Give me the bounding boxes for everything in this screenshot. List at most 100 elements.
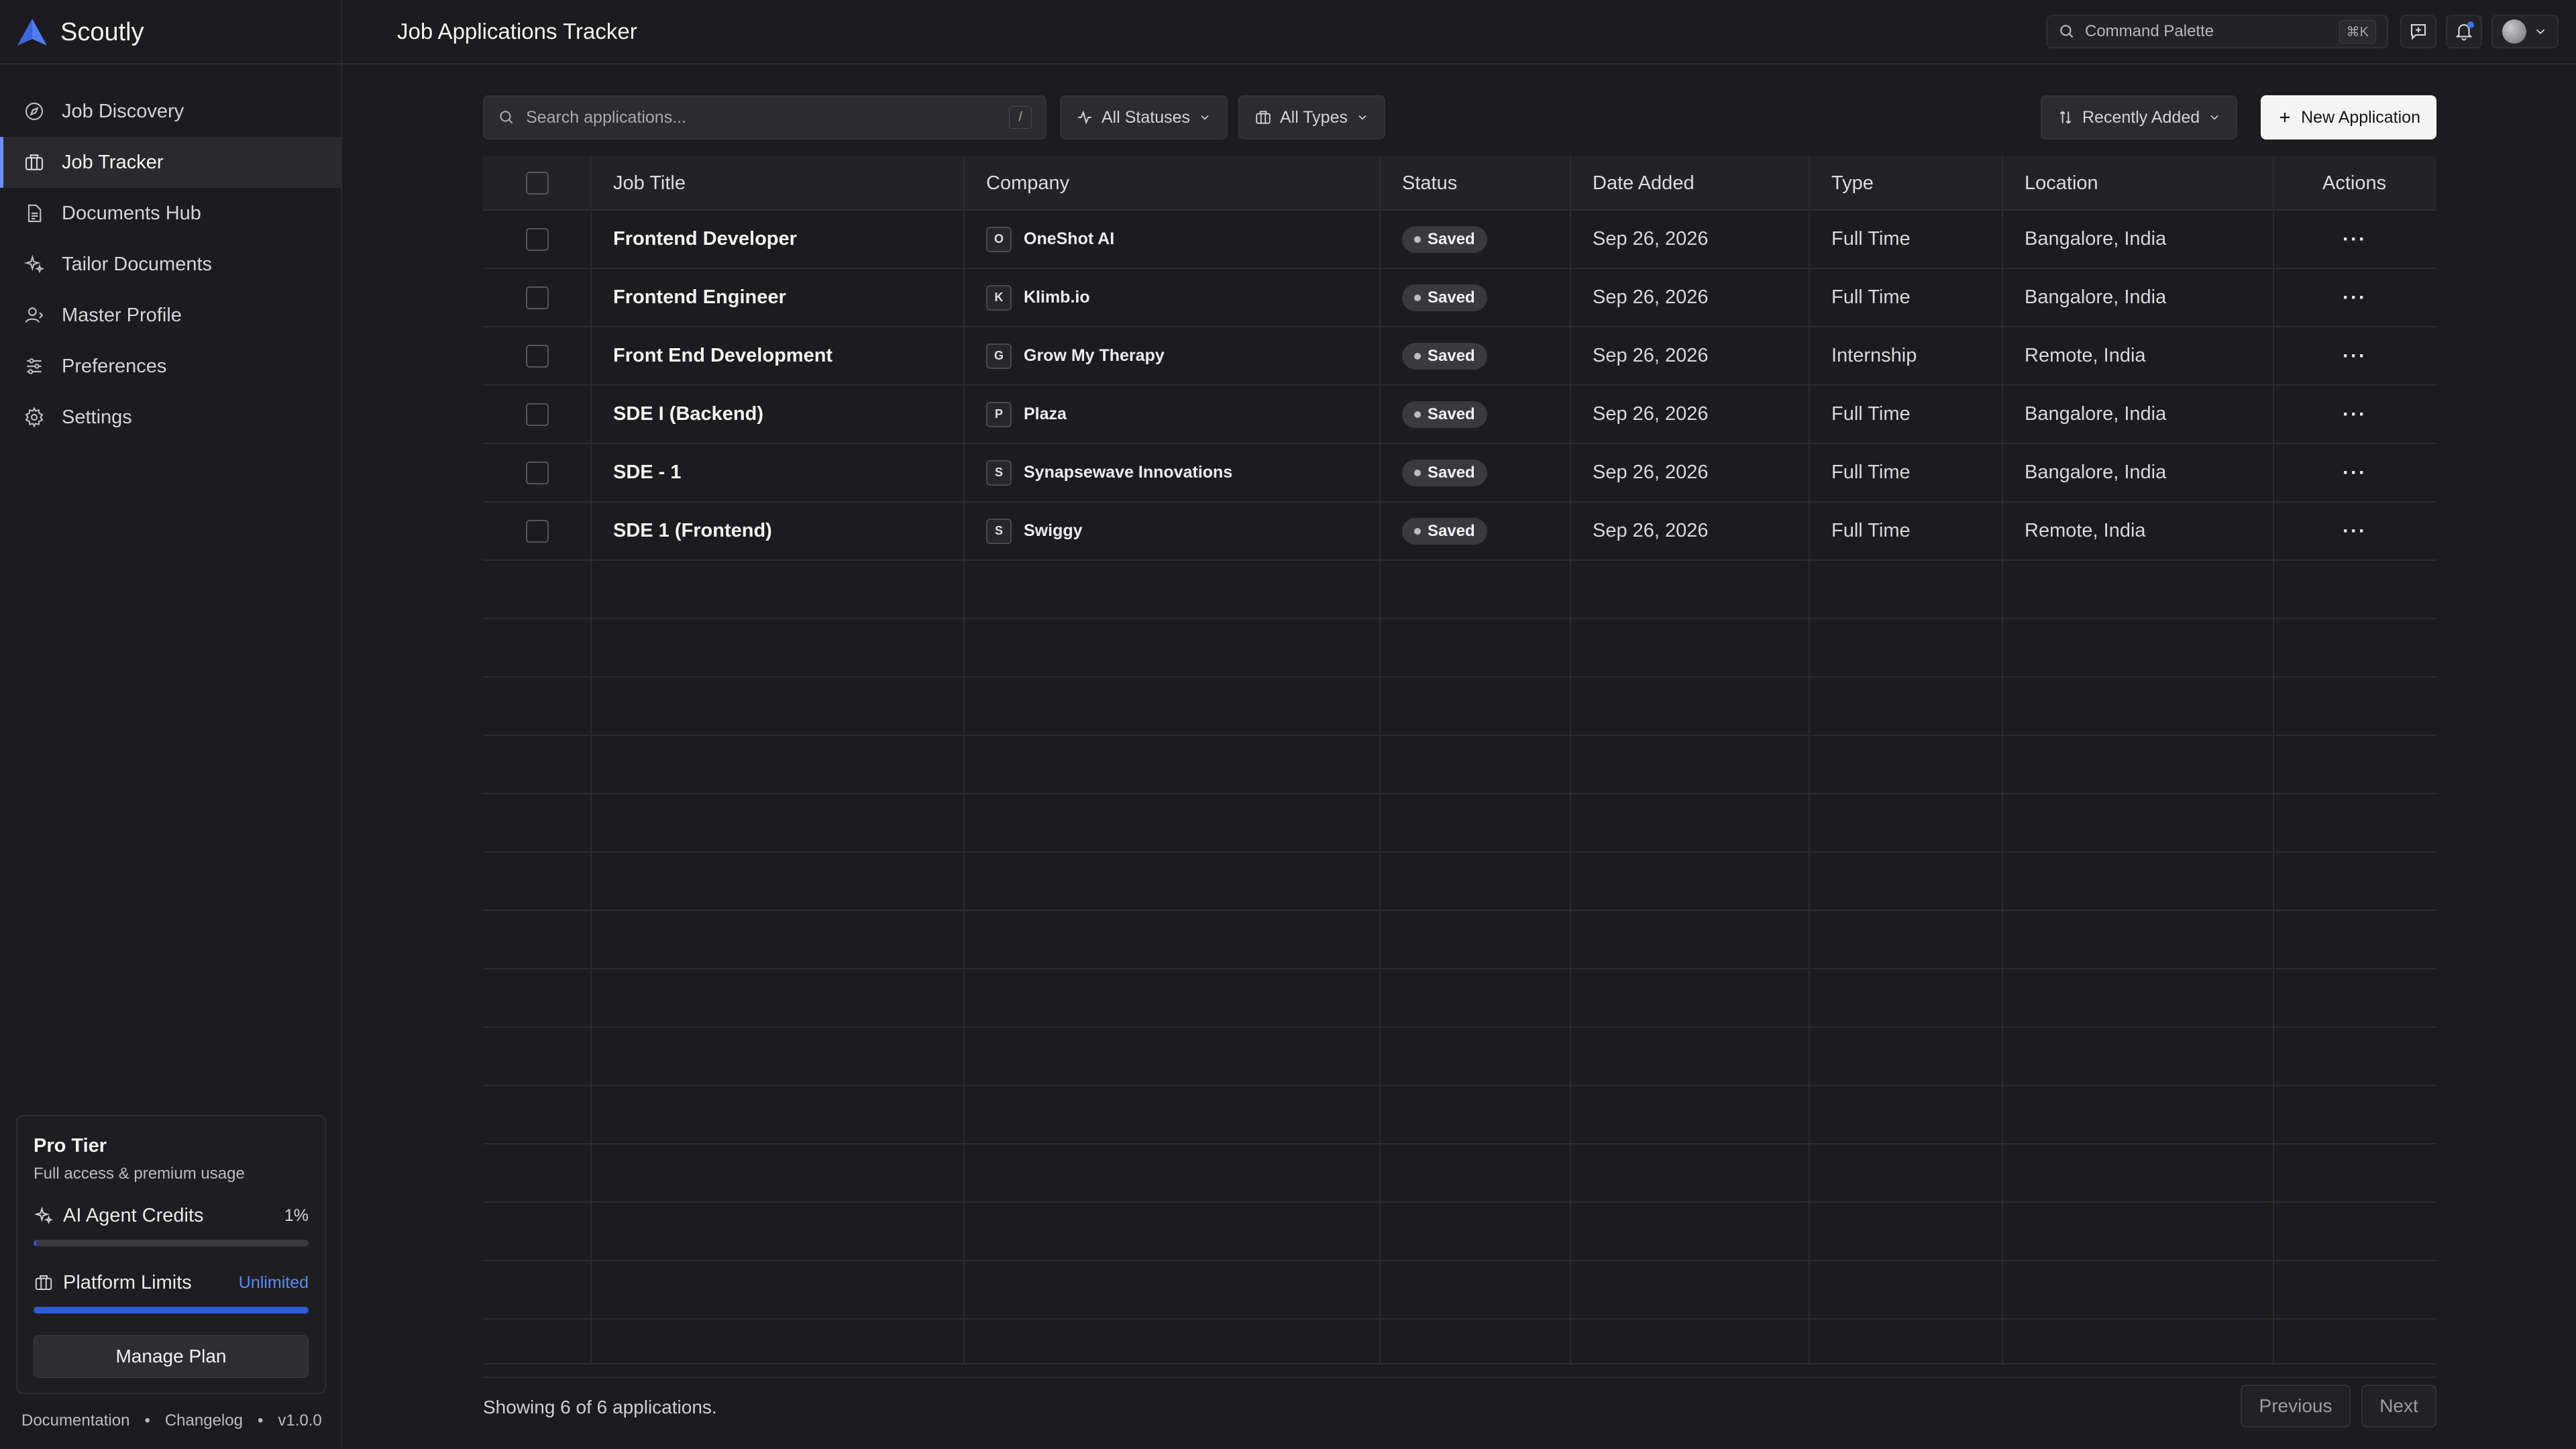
company-name: Swiggy (1024, 521, 1083, 540)
user-menu-button[interactable] (2491, 15, 2559, 48)
previous-page-button[interactable]: Previous (2241, 1385, 2351, 1428)
job-title[interactable]: Frontend Developer (613, 211, 797, 268)
job-title[interactable]: Frontend Engineer (613, 269, 786, 326)
plan-subtitle: Full access & premium usage (34, 1165, 245, 1183)
status-dot (1414, 411, 1421, 418)
column-divider (2273, 156, 2274, 1364)
row-checkbox[interactable] (526, 519, 549, 543)
status-filter-dropdown[interactable]: All Statuses (1060, 95, 1228, 140)
column-header-company[interactable]: Company (986, 156, 1069, 211)
sidebar-item-job-discovery[interactable]: Job Discovery (0, 86, 341, 137)
sort-icon (2059, 111, 2072, 124)
next-page-button[interactable]: Next (2361, 1385, 2436, 1428)
row-checkbox[interactable] (526, 402, 549, 426)
column-header-status[interactable]: Status (1402, 156, 1457, 211)
sort-dropdown[interactable]: Recently Added (2041, 95, 2238, 140)
sidebar-item-preferences[interactable]: Preferences (0, 341, 341, 392)
row-checkbox[interactable] (526, 344, 549, 368)
status-badge[interactable]: Saved (1402, 459, 1487, 486)
company-cell: K Klimb.io (986, 269, 1090, 326)
date-added: Sep 26, 2026 (1593, 462, 1709, 483)
notifications-button[interactable] (2446, 15, 2482, 48)
column-divider (2002, 156, 2003, 1364)
sidebar-item-label: Master Profile (62, 304, 182, 326)
brand[interactable]: Scoutly (16, 16, 144, 48)
row-checkbox[interactable] (526, 286, 549, 309)
more-actions-icon[interactable]: ··· (2343, 520, 2367, 543)
notification-dot (2467, 21, 2474, 28)
empty-row (483, 1261, 2436, 1320)
user-icon (23, 304, 46, 327)
column-header-date-added[interactable]: Date Added (1593, 156, 1695, 211)
credits-progress (34, 1240, 309, 1246)
status-badge[interactable]: Saved (1402, 284, 1487, 311)
table-row[interactable]: SDE - 1 S Synapsewave Innovations Saved Sep … (483, 444, 2436, 502)
column-header-location[interactable]: Location (2025, 156, 2098, 211)
table-row[interactable]: SDE 1 (Frontend) S Swiggy Saved Sep 26, 2026… (483, 502, 2436, 561)
company-logo: O (986, 226, 1012, 252)
sidebar-item-tailor-documents[interactable]: Tailor Documents (0, 239, 341, 290)
job-type: Full Time (1831, 403, 1911, 425)
activity-icon (1078, 110, 1091, 125)
sidebar-item-job-tracker[interactable]: Job Tracker (0, 137, 341, 188)
status-label: Saved (1428, 405, 1475, 423)
documentation-link[interactable]: Documentation (21, 1411, 129, 1430)
new-application-button[interactable]: New Application (2261, 95, 2436, 140)
table-row[interactable]: Frontend Developer O OneShot AI Saved Sep 26… (483, 211, 2436, 269)
document-icon (23, 202, 46, 225)
manage-plan-button[interactable]: Manage Plan (34, 1335, 309, 1378)
job-type: Internship (1831, 345, 1917, 366)
status-badge[interactable]: Saved (1402, 400, 1487, 428)
sidebar-item-master-profile[interactable]: Master Profile (0, 290, 341, 341)
sparkles-icon (23, 253, 46, 276)
more-actions-icon[interactable]: ··· (2343, 286, 2367, 309)
type-filter-label: All Types (1280, 107, 1348, 127)
status-badge[interactable]: Saved (1402, 342, 1487, 370)
status-cell: Saved (1402, 211, 1487, 268)
table-row[interactable]: SDE I (Backend) P Plaza Saved Sep 26, 2026 Fu… (483, 386, 2436, 444)
job-title[interactable]: Front End Development (613, 327, 833, 384)
job-title[interactable]: SDE 1 (Frontend) (613, 502, 772, 559)
chevron-down-icon (1358, 115, 1366, 120)
table-toolbar: Search applications... / All Statuses Al… (483, 95, 2436, 140)
sidebar-item-label: Settings (62, 406, 132, 428)
more-actions-icon[interactable]: ··· (2343, 462, 2367, 484)
sparkles-icon (34, 1206, 54, 1224)
sidebar-nav: Job Discovery Job Tracker Documents Hub … (0, 86, 341, 443)
job-title[interactable]: SDE I (Backend) (613, 386, 763, 443)
status-badge[interactable]: Saved (1402, 225, 1487, 253)
credits-value: 1% (284, 1205, 309, 1225)
feedback-button[interactable] (2400, 15, 2436, 48)
table-row[interactable]: Front End Development G Grow My Therapy Sav… (483, 327, 2436, 386)
actions-cell: ··· (2273, 444, 2436, 501)
company-name: Synapsewave Innovations (1024, 463, 1233, 482)
job-location: Bangalore, India (2025, 462, 2167, 483)
select-all-checkbox[interactable] (526, 172, 549, 195)
sidebar-item-label: Job Discovery (62, 100, 184, 122)
empty-row (483, 736, 2436, 794)
job-title[interactable]: SDE - 1 (613, 444, 682, 501)
type-filter-dropdown[interactable]: All Types (1238, 95, 1385, 140)
sidebar-item-label: Preferences (62, 355, 167, 377)
sidebar-item-settings[interactable]: Settings (0, 392, 341, 443)
more-actions-icon[interactable]: ··· (2343, 345, 2367, 368)
command-palette-button[interactable]: Command Palette ⌘K (2046, 15, 2388, 48)
search-input[interactable]: Search applications... / (483, 95, 1046, 140)
table-row[interactable]: Frontend Engineer K Klimb.io Saved Sep 26, 2… (483, 269, 2436, 327)
job-location: Remote, India (2025, 345, 2146, 366)
actions-cell: ··· (2273, 211, 2436, 268)
row-checkbox[interactable] (526, 227, 549, 251)
header-divider (0, 63, 2576, 64)
column-header-type[interactable]: Type (1831, 156, 1874, 211)
column-header-job-title[interactable]: Job Title (613, 156, 686, 211)
status-cell: Saved (1402, 327, 1487, 384)
row-checkbox[interactable] (526, 461, 549, 484)
status-badge[interactable]: Saved (1402, 517, 1487, 545)
more-actions-icon[interactable]: ··· (2343, 228, 2367, 251)
company-logo: K (986, 284, 1012, 311)
changelog-link[interactable]: Changelog (165, 1411, 243, 1430)
status-cell: Saved (1402, 269, 1487, 326)
sidebar-item-documents-hub[interactable]: Documents Hub (0, 188, 341, 239)
more-actions-icon[interactable]: ··· (2343, 403, 2367, 426)
empty-row (483, 1203, 2436, 1261)
